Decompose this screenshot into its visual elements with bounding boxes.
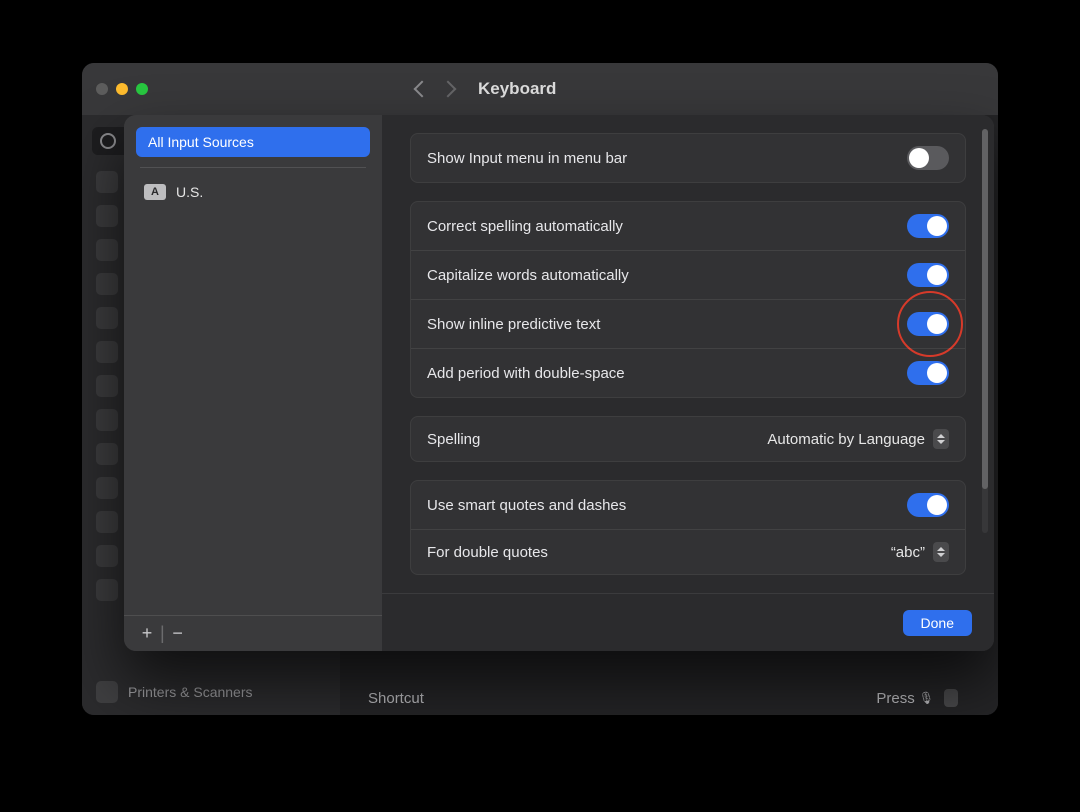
nav-arrows bbox=[416, 83, 454, 95]
setting-row-spelling: Spelling Automatic by Language bbox=[411, 417, 965, 461]
page-title: Keyboard bbox=[478, 79, 556, 99]
settings-scroll-area[interactable]: Show Input menu in menu bar Correct spel… bbox=[382, 115, 994, 593]
sidebar-item-all-sources[interactable]: All Input Sources bbox=[136, 127, 370, 157]
minimize-button[interactable] bbox=[116, 83, 128, 95]
sidebar-icon[interactable] bbox=[96, 545, 118, 567]
sidebar-item-printers[interactable]: Printers & Scanners bbox=[96, 681, 253, 703]
sidebar-icon[interactable] bbox=[96, 307, 118, 329]
sidebar-icon[interactable] bbox=[96, 477, 118, 499]
sidebar-icon[interactable] bbox=[96, 273, 118, 295]
toggle-period-double-space[interactable] bbox=[907, 361, 949, 385]
setting-row-show-input-menu: Show Input menu in menu bar bbox=[411, 134, 965, 182]
setting-row-period-double-space: Add period with double-space bbox=[411, 348, 965, 397]
remove-source-button[interactable]: − bbox=[165, 623, 191, 644]
setting-label: Add period with double-space bbox=[427, 365, 625, 382]
add-source-button[interactable]: + bbox=[134, 623, 160, 644]
printer-icon bbox=[96, 681, 118, 703]
settings-group: Correct spelling automatically Capitaliz… bbox=[410, 201, 966, 398]
sidebar-item-label: All Input Sources bbox=[148, 134, 254, 150]
scrollbar-thumb[interactable] bbox=[982, 129, 988, 489]
setting-row-double-quotes: For double quotes “abc” bbox=[411, 529, 965, 574]
sidebar-item-input-source[interactable]: A U.S. bbox=[136, 178, 370, 206]
close-button[interactable] bbox=[96, 83, 108, 95]
setting-label: For double quotes bbox=[427, 544, 548, 561]
stepper-icon bbox=[933, 429, 949, 449]
setting-label: Capitalize words automatically bbox=[427, 267, 629, 284]
sidebar-icon[interactable] bbox=[96, 239, 118, 261]
sheet-footer: Done bbox=[382, 593, 994, 651]
forward-button[interactable] bbox=[440, 81, 457, 98]
sidebar-item-label: Printers & Scanners bbox=[128, 684, 253, 700]
input-sources-settings: Show Input menu in menu bar Correct spel… bbox=[382, 115, 994, 651]
sidebar-icon[interactable] bbox=[96, 409, 118, 431]
divider bbox=[140, 167, 366, 168]
input-source-label: U.S. bbox=[176, 184, 203, 200]
setting-row-smart-quotes: Use smart quotes and dashes bbox=[411, 481, 965, 529]
setting-row-correct-spelling: Correct spelling automatically bbox=[411, 202, 965, 250]
setting-label: Correct spelling automatically bbox=[427, 218, 623, 235]
sidebar-icon[interactable] bbox=[96, 375, 118, 397]
back-button[interactable] bbox=[414, 81, 431, 98]
sidebar-icon[interactable] bbox=[96, 443, 118, 465]
sidebar-icon[interactable] bbox=[96, 341, 118, 363]
shortcut-value: Press bbox=[876, 690, 914, 707]
done-button[interactable]: Done bbox=[903, 610, 972, 636]
toggle-smart-quotes[interactable] bbox=[907, 493, 949, 517]
zoom-button[interactable] bbox=[136, 83, 148, 95]
settings-group: Use smart quotes and dashes For double q… bbox=[410, 480, 966, 575]
window-controls bbox=[96, 83, 148, 95]
toggle-correct-spelling[interactable] bbox=[907, 214, 949, 238]
setting-row-inline-predictive: Show inline predictive text bbox=[411, 299, 965, 348]
shortcut-label: Shortcut bbox=[368, 690, 424, 707]
system-settings-window: Keyboard Printers & S bbox=[82, 63, 998, 715]
sidebar-icon[interactable] bbox=[96, 511, 118, 533]
sidebar-icon[interactable] bbox=[96, 205, 118, 227]
keyboard-layout-icon: A bbox=[144, 184, 166, 200]
setting-label: Spelling bbox=[427, 431, 480, 448]
select-value-label: Automatic by Language bbox=[767, 431, 925, 448]
sidebar-icon[interactable] bbox=[96, 171, 118, 193]
input-sources-sheet: All Input Sources A U.S. + | − Show Inpu… bbox=[124, 115, 994, 651]
spelling-select[interactable]: Automatic by Language bbox=[767, 429, 949, 449]
sidebar-icon[interactable] bbox=[96, 579, 118, 601]
toggle-show-input-menu[interactable] bbox=[907, 146, 949, 170]
settings-group: Spelling Automatic by Language bbox=[410, 416, 966, 462]
source-list-footer: + | − bbox=[124, 615, 382, 651]
microphone-icon: 🎙︎ bbox=[919, 691, 934, 705]
setting-label: Show Input menu in menu bar bbox=[427, 150, 627, 167]
toggle-capitalize-words[interactable] bbox=[907, 263, 949, 287]
setting-label: Show inline predictive text bbox=[427, 316, 600, 333]
stepper-icon bbox=[933, 542, 949, 562]
titlebar: Keyboard bbox=[82, 63, 998, 115]
toggle-inline-predictive[interactable] bbox=[907, 312, 949, 336]
settings-group: Show Input menu in menu bar bbox=[410, 133, 966, 183]
stepper-icon[interactable] bbox=[944, 689, 958, 707]
setting-label: Use smart quotes and dashes bbox=[427, 497, 626, 514]
setting-row-capitalize-words: Capitalize words automatically bbox=[411, 250, 965, 299]
input-sources-sidebar: All Input Sources A U.S. + | − bbox=[124, 115, 382, 651]
double-quotes-select[interactable]: “abc” bbox=[891, 542, 949, 562]
select-value-label: “abc” bbox=[891, 544, 925, 561]
